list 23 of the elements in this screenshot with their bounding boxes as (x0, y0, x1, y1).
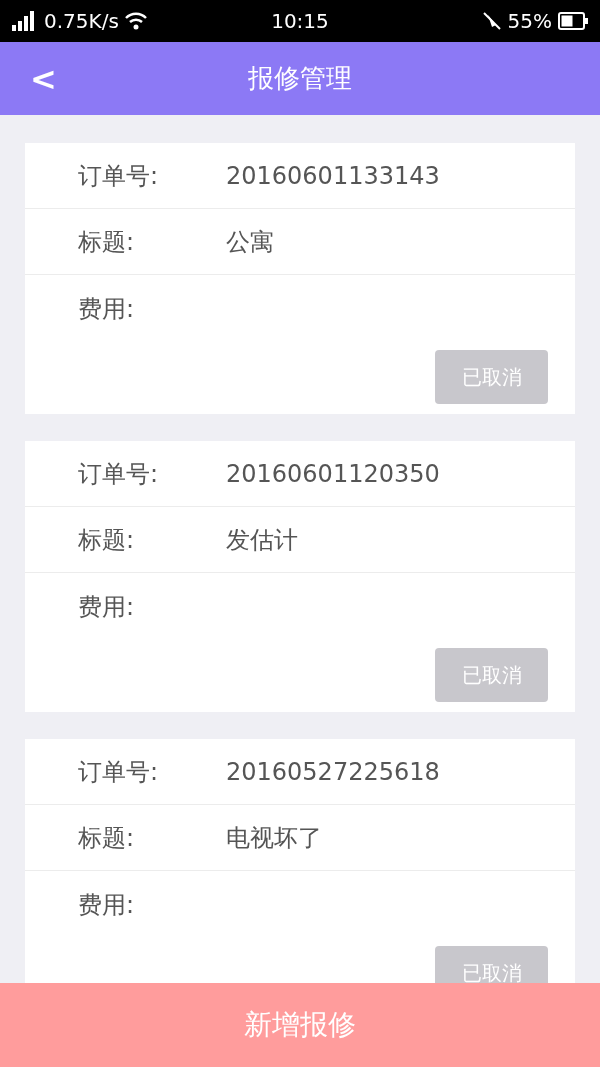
battery-percent: 55% (507, 9, 552, 33)
fee-label: 费用: (78, 294, 136, 325)
order-number: 20160601120350 (226, 459, 440, 488)
back-button[interactable]: < (26, 60, 61, 98)
title-label: 标题: (78, 226, 136, 258)
add-repair-button[interactable]: 新增报修 (0, 983, 600, 1067)
page-title: 报修管理 (248, 62, 352, 95)
fee-label: 费用: (78, 592, 136, 623)
battery-icon (558, 12, 588, 30)
wifi-icon (124, 12, 147, 30)
order-title: 电视坏了 (226, 822, 322, 854)
fee-label: 费用: (78, 890, 136, 921)
network-speed: 0.75K/s (44, 9, 119, 33)
clock-time: 10:15 (270, 9, 330, 33)
order-number: 20160527225618 (226, 757, 440, 786)
order-number-label: 订单号: (78, 458, 160, 490)
order-title: 发估计 (226, 524, 298, 556)
order-number-label: 订单号: (78, 160, 160, 192)
order-number: 20160601133143 (226, 161, 440, 190)
order-title: 公寓 (226, 226, 274, 258)
title-label: 标题: (78, 524, 136, 556)
order-number-label: 订单号: (78, 756, 160, 788)
title-label: 标题: (78, 822, 136, 854)
